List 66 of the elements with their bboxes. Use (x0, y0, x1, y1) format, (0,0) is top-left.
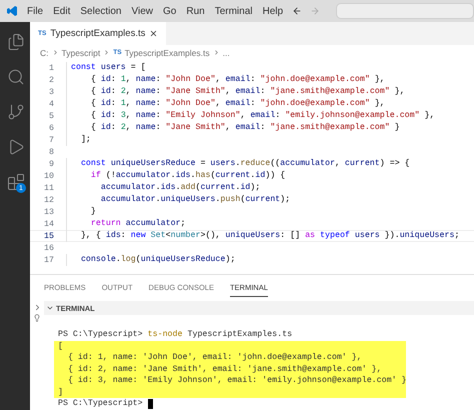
line-number: 14 (43, 220, 55, 228)
line-number: 17 (43, 256, 55, 264)
breadcrumb-item[interactable]: Typescript (62, 48, 100, 58)
line-number: 15 (43, 232, 55, 240)
command-center-field[interactable] (336, 3, 474, 19)
code-line: return accumulator; (66, 218, 186, 230)
terminal-line: PS C:\Typescript> (58, 398, 143, 410)
line-number: 16 (43, 244, 55, 252)
close-icon[interactable] (149, 29, 158, 38)
terminal-line: [ (58, 340, 63, 352)
chevron-icon (212, 49, 220, 56)
terminal-line: { id: 3, name: 'Emily Johnson', email: 'emily.johnson@example.com' } (66, 375, 407, 386)
line-number: 7 (48, 136, 55, 144)
code-line: { id: 2, name: "Jane Smith", email: "jane.smith@example.com" } (66, 122, 400, 134)
code-line: } (66, 206, 96, 218)
source-control-icon[interactable] (7, 103, 25, 121)
line-number: 2 (48, 76, 55, 84)
breadcrumb-item[interactable]: C: (40, 48, 48, 58)
code-line: console.log(uniqueUsersReduce); (66, 254, 236, 266)
app-logo-icon (6, 5, 18, 17)
code-line: { id: 1, name: "John Doe", email: "john.doe@example.com" }, (66, 74, 385, 86)
code-line: const users = [ (66, 62, 146, 74)
code-line: if (!accumulator.ids.has(current.id)) { (66, 170, 286, 182)
menu-item[interactable]: Selection (79, 6, 122, 16)
menu-item[interactable]: Edit (52, 6, 72, 16)
menu-item[interactable]: File (26, 6, 44, 16)
menu-item[interactable]: Help (262, 6, 284, 16)
code-line: { id: 1, name: "John Doe", email: "john.doe@example.com" }, (66, 98, 385, 110)
search-icon[interactable] (7, 68, 25, 86)
terminal-line: { id: 2, name: 'Jane Smith', email: 'jane.smith@example.com' }, (66, 364, 382, 375)
line-number: 4 (48, 100, 55, 108)
line-number: 13 (43, 208, 55, 216)
line-number: 1 (48, 64, 55, 72)
menu-item[interactable]: Run (185, 6, 206, 16)
breadcrumb-item[interactable]: ... (222, 48, 230, 58)
line-number: 9 (48, 160, 55, 168)
run-debug-icon[interactable] (7, 138, 25, 156)
back-arrow-icon[interactable] (292, 6, 302, 16)
code-line: ]; (66, 134, 91, 146)
menu-item[interactable]: Terminal (214, 6, 254, 16)
tab-title: TypescriptExamples.ts (50, 28, 146, 39)
terminal-line: { id: 1, name: 'John Doe', email: 'john.doe@example.com' }, (66, 352, 362, 364)
breadcrumb-item[interactable]: TypescriptExamples.ts (124, 48, 210, 58)
menu-item[interactable]: Go (162, 6, 178, 16)
code-line: const uniqueUsersReduce = users.reduce((accumulator, current) => { (66, 158, 410, 170)
line-number: 12 (43, 196, 55, 204)
code-line: }, { ids: new Set<number>(), uniqueUsers: [] as typeof users }).uniqueUsers; (66, 230, 460, 242)
extensions-icon[interactable] (7, 173, 25, 191)
line-number: 8 (48, 148, 55, 156)
line-number: 11 (43, 184, 55, 192)
files-icon[interactable] (7, 33, 25, 51)
terminal-line: PS C:\Typescript> ts-node TypescriptExamples.ts (58, 329, 292, 340)
code-line: { id: 2, name: "Jane Smith", email: "jane.smith@example.com" }, (66, 86, 405, 98)
line-number: 6 (48, 124, 55, 132)
lightbulb-icon (33, 314, 41, 322)
line-number: 10 (43, 172, 55, 180)
chevron-icon (52, 49, 58, 56)
chevron-down-icon[interactable] (46, 304, 54, 312)
line-number: 3 (48, 88, 55, 96)
code-line: { id: 3, name: "Emily Johnson", email: "emily.johnson@example.com" }, (66, 110, 435, 122)
code-line: accumulator.uniqueUsers.push(current); (66, 194, 290, 206)
code-line: accumulator.ids.add(current.id); (66, 182, 260, 194)
line-number: 5 (48, 112, 55, 120)
terminal-line: ] (58, 386, 63, 398)
menu-item[interactable]: View (130, 6, 154, 16)
chevron-icon (103, 49, 110, 56)
